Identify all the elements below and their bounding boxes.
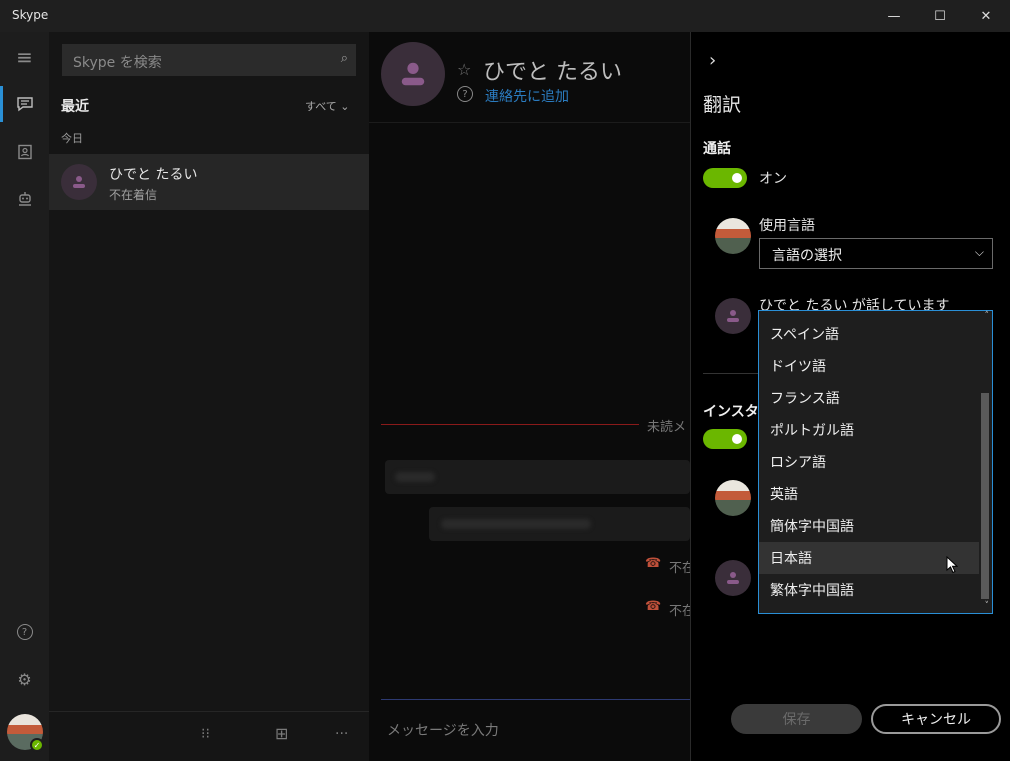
search-placeholder: Skype を検索 (73, 55, 162, 71)
rail-contacts[interactable] (0, 129, 49, 175)
add-contact-link[interactable]: 連絡先に追加 (485, 86, 569, 106)
language-option[interactable]: ロシア語 (759, 446, 979, 478)
help-icon: ? (16, 624, 33, 640)
instant-translation-toggle[interactable] (703, 429, 747, 449)
close-button[interactable]: ✕ (963, 0, 1009, 32)
language-select[interactable]: 言語の選択 ⌵ (759, 238, 993, 269)
rail-bots[interactable] (0, 176, 49, 222)
bot-icon (18, 192, 31, 206)
contact-name: ひでと たるい (109, 167, 198, 183)
person-icon (727, 572, 739, 584)
person-icon (727, 310, 739, 322)
language-option[interactable]: 繁体字中国語 (759, 574, 979, 606)
left-rail: ≡ ? ⚙ ✓ (0, 32, 49, 761)
today-label: 今日 (61, 132, 83, 145)
chat-area: ☆ ひでと たるい ? 連絡先に追加 未読メ ☎ 不在 ☎ 不在 メッセージを入… (369, 32, 695, 761)
title-bar: Skype — ☐ ✕ (0, 0, 1010, 32)
your-language-label: 使用言語 (759, 218, 815, 234)
toggle-on-label: オン (759, 171, 787, 187)
maximize-icon: ☐ (934, 8, 946, 24)
contact-avatar (715, 560, 751, 596)
chat-avatar[interactable] (381, 42, 445, 106)
search-icon: ⌕ (340, 51, 348, 66)
scrollbar-thumb[interactable] (981, 393, 989, 599)
back-chevron-icon[interactable]: › (709, 50, 716, 71)
contact-list-pane: Skype を検索 ⌕ 最近 すべて ⌄ 今日 ひでと たるい 不在着信 ⁝⁝ … (49, 32, 369, 761)
language-option[interactable]: ポルトガル語 (759, 414, 979, 446)
missed-call-icon: ☎ (645, 556, 662, 571)
chat-icon (16, 97, 33, 112)
language-option[interactable]: ドイツ語 (759, 350, 979, 382)
my-avatar (715, 480, 751, 516)
panel-title: 翻訳 (703, 94, 742, 116)
menu-button[interactable]: ≡ (0, 34, 49, 80)
mouse-cursor-icon (946, 556, 958, 574)
search-input[interactable]: Skype を検索 ⌕ (62, 44, 356, 76)
message-bubble (429, 507, 690, 541)
filter-dropdown[interactable]: すべて ⌄ (305, 98, 350, 114)
favorite-star-icon[interactable]: ☆ (457, 60, 471, 79)
message-bubble (385, 460, 690, 494)
contact-avatar (715, 298, 751, 334)
missed-call-icon: ☎ (645, 599, 662, 614)
person-icon (73, 176, 85, 188)
unread-divider (381, 424, 639, 425)
scroll-down-arrow-icon[interactable]: ˅ (985, 601, 990, 611)
minimize-button[interactable]: — (871, 0, 917, 32)
call-section-heading: 通話 (703, 141, 731, 157)
window-title: Skype (12, 8, 49, 22)
help-icon[interactable]: ? (457, 86, 473, 102)
input-divider (381, 699, 690, 700)
section-divider (703, 373, 759, 374)
minimize-icon: — (887, 8, 901, 24)
header-divider (369, 122, 690, 123)
new-chat-icon[interactable]: ⊞ (275, 724, 288, 743)
contact-status: 不在着信 (109, 188, 158, 202)
maximize-button[interactable]: ☐ (917, 0, 963, 32)
call-translation-toggle[interactable] (703, 168, 747, 188)
presence-badge: ✓ (30, 738, 44, 752)
scroll-up-arrow-icon[interactable]: ˄ (985, 311, 990, 321)
help-button[interactable]: ? (0, 609, 49, 655)
save-button[interactable]: 保存 (731, 704, 862, 734)
contact-list-item[interactable]: ひでと たるい 不在着信 (49, 154, 369, 210)
list-toolbar: ⁝⁝ ⊞ ··· (49, 711, 369, 761)
contacts-icon (17, 144, 32, 160)
unread-label: 未読メ (647, 420, 687, 435)
chat-contact-name: ひでと たるい (483, 60, 622, 85)
recent-heading: 最近 (61, 99, 89, 115)
cancel-button[interactable]: キャンセル (871, 704, 1001, 734)
contact-avatar (61, 164, 97, 200)
language-select-value: 言語の選択 (772, 248, 842, 264)
language-option[interactable]: スペイン語 (759, 318, 979, 350)
settings-button[interactable]: ⚙ (0, 656, 49, 702)
rail-chats[interactable] (0, 81, 49, 127)
more-icon[interactable]: ··· (335, 726, 348, 742)
chevron-down-icon: ⌵ (974, 245, 984, 259)
message-input[interactable]: メッセージを入力 (387, 720, 499, 740)
dialpad-icon[interactable]: ⁝⁝ (201, 726, 210, 742)
language-option[interactable]: フランス語 (759, 382, 979, 414)
blurred-text (441, 519, 591, 529)
gear-icon: ⚙ (17, 669, 32, 689)
language-option[interactable]: 英語 (759, 478, 979, 510)
person-icon (401, 62, 425, 86)
close-icon: ✕ (980, 8, 992, 24)
my-avatar (715, 218, 751, 254)
language-option[interactable]: 簡体字中国語 (759, 510, 979, 542)
hamburger-icon: ≡ (16, 45, 33, 69)
blurred-text (395, 472, 435, 482)
